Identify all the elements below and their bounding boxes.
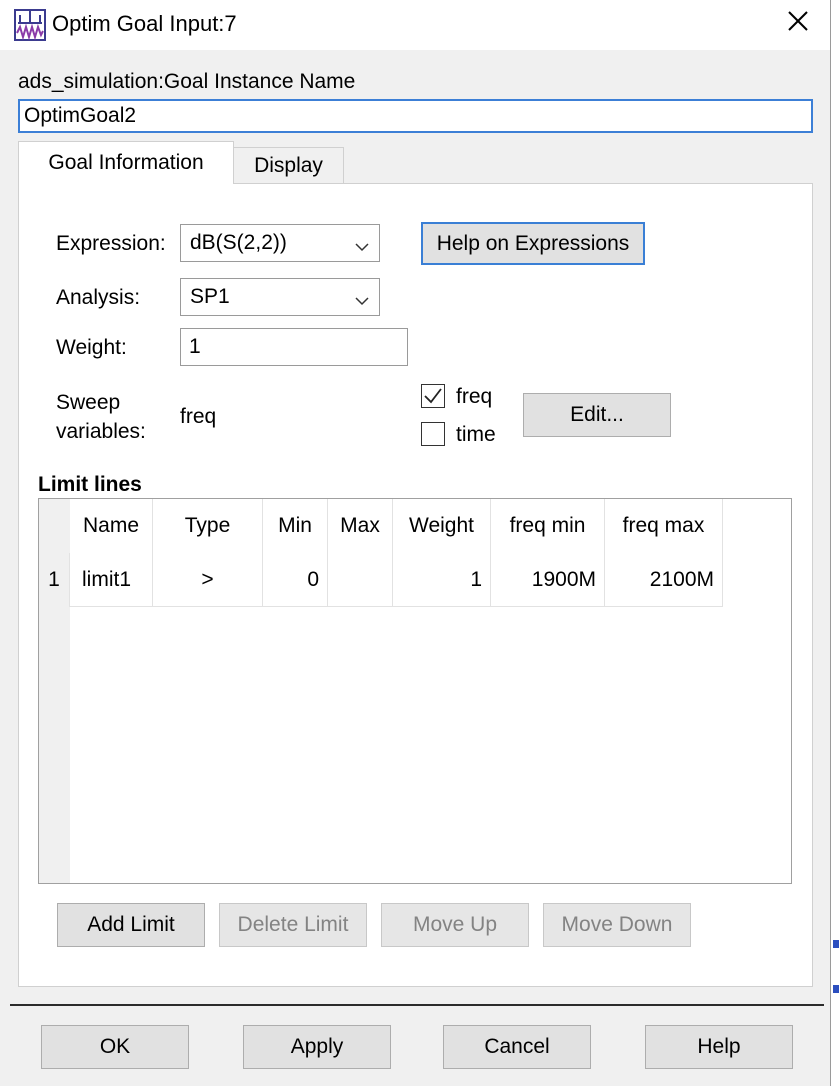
move-down-button[interactable]: Move Down [543, 903, 691, 947]
table-cell-freq-max[interactable]: 2100M [605, 553, 723, 607]
expression-label: Expression: [56, 232, 166, 255]
table-cell-weight[interactable]: 1 [393, 553, 491, 607]
checkmark-icon [424, 388, 442, 404]
column-header-freq-max[interactable]: freq max [605, 499, 723, 553]
analysis-value: SP1 [190, 285, 230, 308]
table-cell-min[interactable]: 0 [263, 553, 328, 607]
expression-dropdown[interactable]: dB(S(2,2)) [180, 224, 380, 262]
footer-separator [10, 1004, 824, 1006]
app-icon [14, 9, 46, 41]
apply-button[interactable]: Apply [243, 1025, 391, 1069]
limit-lines-title: Limit lines [38, 473, 142, 496]
edit-sweep-button[interactable]: Edit... [523, 393, 671, 437]
column-header-name[interactable]: Name [70, 499, 153, 553]
column-header-weight[interactable]: Weight [393, 499, 491, 553]
time-checkbox[interactable] [421, 422, 445, 446]
tab-label: Display [254, 153, 323, 177]
limit-lines-table[interactable]: Name Type Min Max Weight freq min freq m… [38, 498, 792, 884]
add-limit-button[interactable]: Add Limit [57, 903, 205, 947]
row-header[interactable]: 1 [39, 553, 70, 607]
column-header-type[interactable]: Type [153, 499, 263, 553]
move-up-button[interactable]: Move Up [381, 903, 529, 947]
close-icon [787, 10, 809, 38]
chevron-down-icon [355, 236, 369, 252]
delete-limit-button[interactable]: Delete Limit [219, 903, 367, 947]
help-on-expressions-button[interactable]: Help on Expressions [421, 222, 645, 265]
weight-value: 1 [189, 335, 201, 358]
instance-name-label: ads_simulation:Goal Instance Name [18, 70, 356, 93]
sweep-variable-value: freq [180, 405, 217, 428]
table-cell-max[interactable] [328, 553, 393, 607]
background-window-edge [830, 0, 839, 1086]
analysis-dropdown[interactable]: SP1 [180, 278, 380, 316]
chevron-down-icon [355, 290, 369, 306]
ok-button[interactable]: OK [41, 1025, 189, 1069]
time-checkbox-label: time [456, 423, 496, 446]
tab-label: Goal Information [48, 151, 204, 174]
expression-value: dB(S(2,2)) [190, 231, 287, 254]
cancel-button[interactable]: Cancel [443, 1025, 591, 1069]
freq-checkbox-label: freq [456, 385, 493, 408]
close-button[interactable] [776, 4, 820, 44]
sweep-label-line1: Sweep [56, 391, 121, 414]
weight-label: Weight: [56, 336, 127, 359]
column-header-min[interactable]: Min [263, 499, 328, 553]
window-title: Optim Goal Input:7 [52, 11, 237, 36]
table-cell-type[interactable]: > [153, 553, 263, 607]
table-cell-name[interactable]: limit1 [70, 553, 153, 607]
tab-display[interactable]: Display [233, 147, 344, 183]
column-header-freq-min[interactable]: freq min [491, 499, 605, 553]
sweep-label-line2: variables: [56, 420, 146, 443]
help-button[interactable]: Help [645, 1025, 793, 1069]
instance-name-input[interactable] [18, 99, 813, 133]
tab-goal-information[interactable]: Goal Information [18, 141, 234, 184]
analysis-label: Analysis: [56, 286, 141, 309]
freq-checkbox[interactable] [421, 384, 445, 408]
column-header-max[interactable]: Max [328, 499, 393, 553]
table-cell-freq-min[interactable]: 1900M [491, 553, 605, 607]
weight-input[interactable]: 1 [180, 328, 408, 366]
